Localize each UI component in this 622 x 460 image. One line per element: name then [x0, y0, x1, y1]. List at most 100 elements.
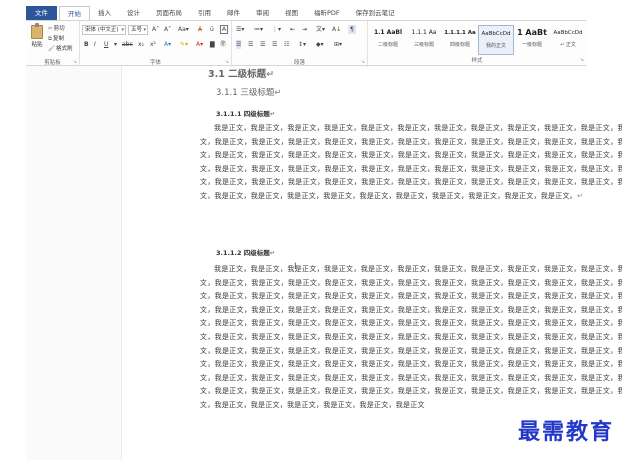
increase-indent-icon[interactable]: ⇥ [302, 25, 307, 34]
tab-insert[interactable]: 插入 [90, 6, 119, 20]
dropdown-icon: ▾ [121, 27, 124, 33]
paragraph-mark-icon: ↵ [269, 249, 276, 257]
text-effects-icon[interactable]: A▾ [164, 40, 171, 49]
paste-label: 粘贴 [31, 42, 43, 48]
grow-font-icon[interactable]: A˄ [152, 25, 159, 34]
style-heading-4[interactable]: 1.1.1.1 Aa 四级标题 [442, 25, 478, 55]
font-family-select[interactable]: 宋体 (中文正) ▾ [82, 25, 126, 35]
align-left-icon[interactable]: ☰ [236, 40, 242, 49]
underline-dropdown-icon[interactable]: ▾ [114, 40, 117, 49]
paste-button[interactable]: 粘贴 [28, 23, 46, 48]
clear-format-icon[interactable]: A̶ [198, 25, 202, 34]
style-preview: AaBbCcDd [553, 30, 583, 36]
show-marks-icon[interactable]: ¶ [348, 25, 356, 34]
font-color-icon[interactable]: A▾ [196, 40, 203, 49]
tab-home[interactable]: 开始 [59, 6, 90, 20]
bold-icon[interactable]: B [84, 40, 89, 49]
char-border-icon[interactable]: A [220, 25, 229, 34]
copy-icon: ⧉ [48, 36, 52, 42]
subscript-icon[interactable]: x₂ [138, 40, 144, 49]
tab-file[interactable]: 文件 [26, 6, 57, 20]
clipboard-group-label: 剪贴板 [44, 60, 61, 66]
style-name: 一级标题 [521, 42, 542, 48]
format-painter-button[interactable]: 🖌格式刷 [48, 44, 73, 52]
heading-3: 3.1.1 三级标题↵ [216, 86, 281, 98]
style-heading-2[interactable]: 1.1 AaBl 二级标题 [370, 25, 406, 55]
style-name: 四级标题 [449, 42, 470, 48]
style-heading-1[interactable]: 1 AaBt 一级标题 [514, 25, 550, 55]
tab-mailings[interactable]: 邮件 [219, 6, 248, 20]
line-spacing-icon[interactable]: ↕▾ [298, 40, 306, 49]
font-launcher-icon[interactable]: ↘ [225, 59, 229, 65]
numbering-icon[interactable]: ≔▾ [254, 25, 263, 34]
style-name: 三级标题 [413, 42, 434, 48]
document-page[interactable]: 3.1 二级标题↵ 3.1.1 三级标题↵ 3.1.1.1 四级标题↵ 我是正文… [122, 66, 622, 460]
clipboard-group: 粘贴 ✂剪切 ⧉复制 🖌格式刷 剪贴板 ↘ [26, 21, 80, 67]
paragraph-mark-icon: ↵ [266, 69, 275, 80]
shading-icon[interactable]: ◆▾ [316, 40, 324, 49]
enclose-char-icon[interactable]: ㊢ [220, 40, 226, 49]
body-paragraph: 我是正文，我是正文，我是正文，我是正文，我是正文，我是正文，我是正文，我是正文，… [200, 122, 622, 204]
superscript-icon[interactable]: x² [150, 40, 156, 49]
tab-layout[interactable]: 页面布局 [148, 6, 190, 20]
paragraph-launcher-icon[interactable]: ↘ [361, 59, 365, 65]
highlight-icon[interactable]: ✎▾ [180, 40, 188, 49]
font-size-select[interactable]: 五号 ▾ [128, 25, 148, 35]
heading-4-text: 3.1.1.1 四级标题 [216, 110, 270, 118]
body-paragraph: 我是正文，我是正文，我是正文，我是正文，我是正文，我是正文，我是正文，我是正文，… [200, 263, 622, 413]
heading-3-text: 3.1.1 三级标题 [216, 88, 275, 98]
bullets-icon[interactable]: ☰▾ [236, 25, 244, 34]
tab-design[interactable]: 设计 [119, 6, 148, 20]
paragraph-mark-icon: ↵ [269, 110, 276, 118]
tab-view[interactable]: 视图 [277, 6, 306, 20]
brush-icon: 🖌 [48, 46, 55, 52]
borders-icon[interactable]: ⊞▾ [334, 40, 342, 49]
style-my-body[interactable]: AaBbCcDd 我的正文 [478, 25, 514, 55]
styles-gallery: 1.1 AaBl 二级标题 1.1.1 Aa 三级标题 1.1.1.1 Aa 四… [370, 23, 584, 55]
multilevel-list-icon[interactable]: ⋮▾ [272, 25, 281, 34]
justify-icon[interactable]: ☰ [272, 40, 277, 49]
tab-foxit-pdf[interactable]: 福昕PDF [306, 6, 348, 20]
italic-icon[interactable]: I [94, 40, 96, 49]
dropdown-icon: ▾ [143, 27, 146, 33]
paragraph-group: ☰▾ ≔▾ ⋮▾ ⇤ ⇥ 文▾ A↓ ¶ ☰ ☰ ☰ ☰ ☷ ↕▾ ◆▾ ⊞▾ … [232, 21, 368, 67]
font-group: 宋体 (中文正) ▾ 五号 ▾ A˄ A˅ Aa▾ A̶ ü A B I U ▾ a… [80, 21, 232, 67]
font-size-value: 五号 [131, 27, 143, 33]
tab-save-cloud-note[interactable]: 保存到云笔记 [348, 6, 403, 20]
copy-button[interactable]: ⧉复制 [48, 34, 64, 43]
font-family-value: 宋体 (中文正) [85, 27, 119, 33]
style-name: 我的正文 [485, 43, 506, 49]
cut-button[interactable]: ✂剪切 [48, 24, 65, 32]
style-preview: AaBbCcDd [481, 31, 511, 37]
copy-label: 复制 [52, 36, 64, 42]
change-case-icon[interactable]: Aa▾ [178, 25, 189, 34]
tab-review[interactable]: 审阅 [248, 6, 277, 20]
style-preview: 1 AaBt [517, 28, 547, 37]
phonetic-guide-icon[interactable]: ü [210, 25, 214, 34]
strikethrough-icon[interactable]: abc [122, 40, 133, 49]
style-heading-3[interactable]: 1.1.1 Aa 三级标题 [406, 25, 442, 55]
style-name: ↵ 正文 [560, 42, 576, 48]
style-normal[interactable]: AaBbCcDd ↵ 正文 [550, 25, 586, 55]
page-left-margin [26, 66, 122, 460]
underline-icon[interactable]: U [104, 40, 108, 49]
align-center-icon[interactable]: ☰ [248, 40, 253, 49]
cut-label: 剪切 [53, 26, 65, 32]
align-right-icon[interactable]: ☰ [260, 40, 265, 49]
tab-references[interactable]: 引用 [190, 6, 219, 20]
chinese-layout-icon[interactable]: 文▾ [316, 25, 325, 34]
ribbon-tabs: 文件 开始 插入 设计 页面布局 引用 邮件 审阅 视图 福昕PDF 保存到云笔… [0, 0, 622, 20]
char-shading-icon[interactable]: ▇ [210, 40, 215, 49]
heading-4-text: 3.1.1.2 四级标题 [216, 249, 270, 257]
ribbon: 粘贴 ✂剪切 ⧉复制 🖌格式刷 剪贴板 ↘ 宋体 (中文正) ▾ 五号 ▾ A˄ A… [26, 20, 586, 67]
sort-icon[interactable]: A↓ [332, 25, 341, 34]
shrink-font-icon[interactable]: A˅ [164, 25, 171, 34]
distributed-icon[interactable]: ☷ [284, 40, 289, 49]
style-name: 二级标题 [377, 42, 398, 48]
clipboard-launcher-icon[interactable]: ↘ [73, 59, 77, 65]
watermark-logo: 最需教育 [517, 419, 614, 445]
paragraph-group-label: 段落 [293, 60, 305, 66]
styles-launcher-icon[interactable]: ↘ [580, 57, 584, 63]
style-preview: 1.1.1 Aa [411, 29, 437, 36]
decrease-indent-icon[interactable]: ⇤ [290, 25, 295, 34]
